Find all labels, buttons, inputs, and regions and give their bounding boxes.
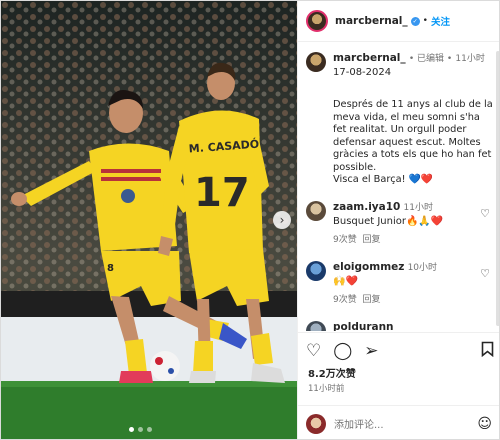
- photo-illustration: 8 M. CASADÓ 17: [1, 1, 297, 439]
- comment-avatar[interactable]: [306, 260, 326, 281]
- heart-icon[interactable]: ♡: [306, 342, 321, 360]
- comment-text: 🙌❤️: [333, 275, 358, 287]
- post-caption: marcbernal_ • 已编辑 • 11小时 17-08-2024 Desp…: [298, 42, 494, 187]
- comment-avatar[interactable]: [306, 200, 326, 221]
- carousel-dot: [129, 427, 134, 432]
- comment-input[interactable]: 添加评论...: [334, 416, 384, 431]
- comment-icon[interactable]: ◯: [333, 342, 352, 360]
- post-date: 17-08-2024: [333, 67, 392, 78]
- reply-button[interactable]: 回复: [362, 295, 380, 305]
- comment-username[interactable]: poldurann: [333, 321, 394, 332]
- comment-time: 10小时: [407, 262, 438, 273]
- comment-item: eloigommez 10小时 🙌❤️ 9次赞 回复 ♡: [298, 260, 494, 307]
- caption-username[interactable]: marcbernal_: [333, 52, 406, 64]
- carousel-dot: [147, 427, 152, 432]
- post-side-panel: marcbernal_ ✓ • 关注 marcbernal_ • 已编辑 • 1…: [297, 1, 499, 439]
- player-left-number: 8: [107, 263, 114, 274]
- carousel-dot: [138, 427, 143, 432]
- scrollbar[interactable]: [496, 51, 499, 326]
- next-photo-button[interactable]: ›: [273, 211, 291, 229]
- post-modal: 8 M. CASADÓ 17 › marcbernal_ ✓ • 关注 marc…: [0, 0, 500, 440]
- post-photo[interactable]: 8 M. CASADÓ 17 ›: [1, 1, 297, 439]
- caption-text: Després de 11 anys al club de la meva vi…: [333, 99, 493, 185]
- reply-button[interactable]: 回复: [362, 235, 380, 245]
- comment-item: zaam.iya10 11小时 Busquet Junior🔥🙏❤️ 9次赞 回…: [298, 200, 494, 247]
- current-user-avatar: [306, 413, 326, 434]
- add-comment-bar: 添加评论... ☺: [298, 405, 499, 439]
- comment-time: 11小时: [403, 202, 433, 213]
- post-time: 11小时前: [308, 384, 345, 394]
- comment-avatar[interactable]: [306, 320, 326, 331]
- emoji-icon[interactable]: ☺: [477, 416, 492, 432]
- comment-likes[interactable]: 9次赞: [333, 235, 357, 245]
- like-count[interactable]: 8.2万次赞: [298, 363, 499, 380]
- heart-icon[interactable]: ♡: [480, 267, 490, 280]
- edited-label: • 已编辑 •: [408, 54, 453, 64]
- chevron-right-icon: ›: [279, 213, 285, 227]
- header-separator: •: [422, 16, 428, 26]
- bookmark-icon[interactable]: [481, 341, 494, 361]
- follow-button[interactable]: 关注: [431, 14, 450, 28]
- share-icon[interactable]: ➢: [364, 342, 378, 360]
- author-username[interactable]: marcbernal_: [335, 15, 408, 27]
- carousel-dots: [129, 427, 152, 432]
- comment-item: poldurann: [298, 320, 494, 332]
- author-avatar[interactable]: [306, 10, 328, 32]
- comment-username[interactable]: eloigommez: [333, 261, 404, 273]
- heart-icon[interactable]: ♡: [480, 207, 490, 220]
- post-header: marcbernal_ ✓ • 关注: [298, 1, 499, 42]
- action-bar: ♡ ◯ ➢: [298, 333, 499, 363]
- comment-text: Busquet Junior🔥🙏❤️: [333, 215, 444, 227]
- comment-likes[interactable]: 9次赞: [333, 295, 357, 305]
- caption-time: 11小时: [455, 54, 485, 64]
- player-right-shirt-number: 17: [194, 170, 250, 216]
- caption-avatar[interactable]: [306, 52, 326, 72]
- post-footer: ♡ ◯ ➢ 8.2万次赞 11小时前 添加评论... ☺: [298, 332, 499, 434]
- comments-scroll-area[interactable]: marcbernal_ • 已编辑 • 11小时 17-08-2024 Desp…: [298, 42, 494, 331]
- comment-username[interactable]: zaam.iya10: [333, 201, 400, 213]
- verified-badge-icon: ✓: [410, 16, 420, 26]
